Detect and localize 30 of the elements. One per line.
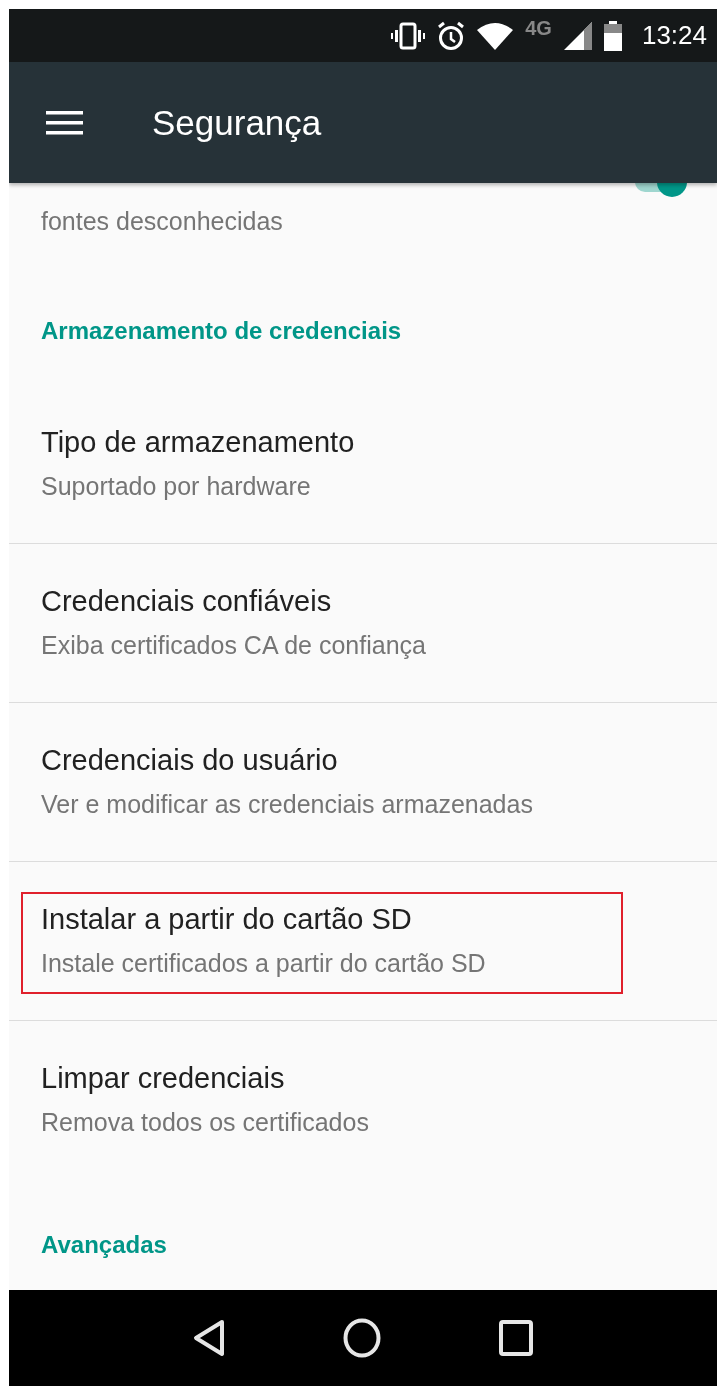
vibrate-icon: [391, 21, 426, 50]
setting-item[interactable]: Credenciais do usuário Ver e modificar as credenciais armazenadas: [9, 703, 717, 862]
back-icon[interactable]: [193, 1319, 225, 1357]
battery-icon: [603, 20, 622, 51]
setting-summary: Suportado por hardware: [41, 471, 312, 502]
setting-item[interactable]: Instalar a partir do cartão SD Instale certificados a partir do cartão SD: [9, 862, 717, 1021]
setting-summary: Ver e modificar as credenciais armazenadas: [41, 789, 534, 820]
setting-summary: fontes desconhecidas: [41, 206, 284, 237]
wifi-icon: [477, 21, 514, 50]
network-type: 4G: [525, 17, 552, 40]
setting-summary: Remova todos os certificados: [41, 1107, 370, 1138]
clock-time: 13:24: [641, 20, 707, 51]
setting-title: Credenciais confiáveis: [41, 584, 333, 618]
section-header: Armazenamento de credenciais: [40, 316, 403, 346]
alarm-icon: [437, 20, 466, 51]
section-header: Avançadas: [40, 1230, 168, 1260]
setting-item[interactable]: Credenciais confiáveis Exiba certificados CA de confiança: [9, 544, 717, 703]
setting-item[interactable]: Limpar credenciais Remova todos os certificados: [9, 1021, 717, 1179]
home-icon[interactable]: [343, 1318, 381, 1358]
signal-icon: [563, 21, 592, 50]
menu-icon[interactable]: [46, 110, 83, 135]
setting-item[interactable]: Tipo de armazenamento Suportado por hardware: [9, 385, 717, 544]
setting-title: Instalar a partir do cartão SD: [41, 902, 413, 936]
setting-summary: Instale certificados a partir do cartão SD: [41, 948, 487, 979]
setting-title: Limpar credenciais: [41, 1061, 286, 1095]
setting-title: Credenciais do usuário: [41, 743, 339, 777]
screen-title: Segurança: [152, 102, 322, 143]
recents-icon[interactable]: [499, 1320, 533, 1356]
setting-summary: Exiba certificados CA de confiança: [41, 630, 427, 661]
setting-title: Tipo de armazenamento: [41, 425, 356, 459]
